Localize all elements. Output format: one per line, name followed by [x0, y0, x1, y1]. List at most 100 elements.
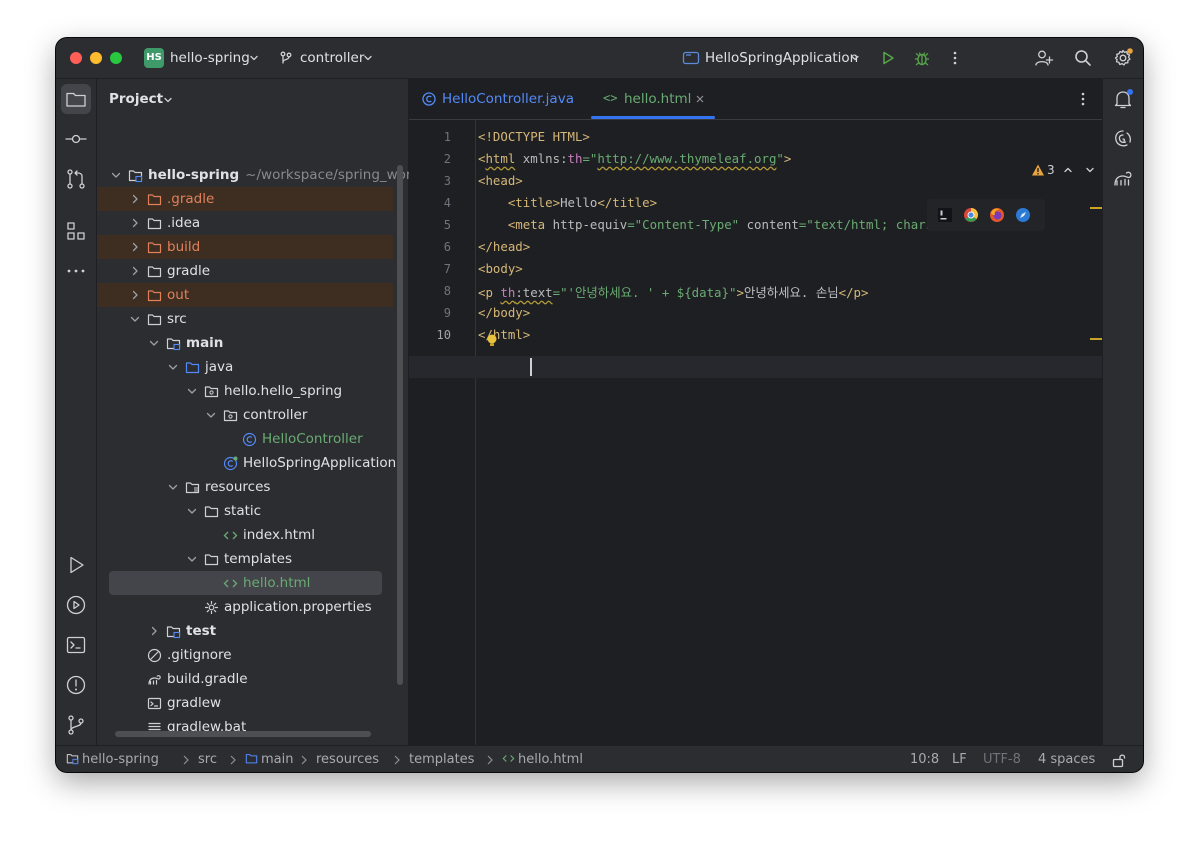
code-line[interactable]: <title>Hello</title> [478, 195, 657, 210]
warnings-count[interactable]: 3 [1047, 163, 1055, 177]
breadcrumb-item[interactable]: src [198, 752, 217, 767]
chevron-right-icon[interactable] [129, 241, 141, 253]
close-window-button[interactable] [70, 52, 82, 64]
tree-item[interactable]: application.properties [97, 595, 393, 619]
code-line[interactable]: <head> [478, 173, 523, 188]
tree-item-label: java [205, 359, 234, 375]
notifications-bell-icon[interactable] [1111, 87, 1135, 111]
tree-item[interactable]: gradle [97, 259, 393, 283]
warning-icon[interactable] [1031, 163, 1045, 177]
tree-item[interactable]: hello.html [109, 571, 382, 595]
tree-item[interactable]: .gitignore [97, 643, 393, 667]
indent-setting[interactable]: 4 spaces [1038, 752, 1095, 767]
tree-item[interactable]: build.gradle [97, 667, 393, 691]
tree-item[interactable]: .idea [97, 211, 393, 235]
breadcrumb-item[interactable]: resources [316, 752, 379, 767]
code-line[interactable]: <!DOCTYPE HTML> [478, 129, 590, 144]
vertical-scrollbar[interactable] [397, 165, 403, 685]
warning-marker[interactable] [1090, 338, 1102, 340]
tree-item[interactable]: hello.hello_spring [97, 379, 393, 403]
tree-item[interactable]: HelloController [97, 427, 393, 451]
add-user-icon[interactable] [1034, 48, 1054, 68]
run-icon[interactable] [880, 50, 896, 66]
breadcrumb-item[interactable]: templates [409, 752, 474, 767]
tree-item[interactable]: static [97, 499, 393, 523]
chevron-down-icon[interactable] [167, 481, 179, 493]
ai-assistant-icon[interactable] [1111, 127, 1135, 151]
chevron-down-icon[interactable] [110, 169, 122, 181]
chevron-right-icon[interactable] [148, 625, 160, 637]
chevron-down-icon[interactable] [129, 313, 141, 325]
code-editor[interactable]: 1 <!DOCTYPE HTML> 2 <html xmlns:th="http://… [409, 79, 1102, 745]
intention-bulb-icon[interactable] [486, 334, 498, 348]
code-line[interactable]: <body> [478, 261, 523, 276]
chevron-down-icon[interactable] [186, 505, 198, 517]
html-file-icon [502, 755, 515, 762]
services-icon[interactable] [64, 593, 88, 617]
run-config-selector[interactable]: HelloSpringApplication [705, 50, 858, 66]
tree-item[interactable]: test [97, 619, 393, 643]
more-actions-icon[interactable] [947, 50, 963, 66]
run-tool-icon[interactable] [64, 553, 88, 577]
project-switcher[interactable]: hello-spring [170, 50, 250, 66]
minimize-window-button[interactable] [90, 52, 102, 64]
file-encoding[interactable]: UTF-8 [983, 752, 1021, 767]
code-line[interactable]: </head> [478, 239, 530, 254]
tree-item-label: out [167, 287, 190, 303]
tree-item[interactable]: controller [97, 403, 393, 427]
gradle-icon[interactable] [1111, 167, 1135, 191]
branch-switcher[interactable]: controller [300, 50, 364, 66]
debug-icon[interactable] [913, 49, 931, 67]
safari-icon[interactable] [1015, 207, 1031, 223]
tree-item[interactable]: java [97, 355, 393, 379]
more-tools-icon[interactable] [64, 259, 88, 283]
zoom-window-button[interactable] [110, 52, 122, 64]
tree-item[interactable]: build [97, 235, 393, 259]
line-separator[interactable]: LF [952, 752, 967, 767]
chrome-icon[interactable] [963, 207, 979, 223]
tree-item[interactable]: main [97, 331, 393, 355]
problems-icon[interactable] [64, 673, 88, 697]
warning-marker[interactable] [1090, 207, 1102, 209]
terminal-icon[interactable] [64, 633, 88, 657]
code-line[interactable]: <p th:text="'안녕하세요. ' + ${data}">안녕하세요. … [478, 283, 868, 301]
tree-item[interactable]: HelloSpringApplication [97, 451, 396, 475]
chevron-down-icon[interactable] [167, 361, 179, 373]
pull-requests-icon[interactable] [64, 167, 88, 191]
prev-highlight-icon[interactable] [1063, 165, 1073, 175]
structure-icon[interactable] [64, 219, 88, 243]
breadcrumb-item[interactable]: hello.html [518, 752, 583, 767]
commit-icon[interactable] [64, 127, 88, 151]
tree-item[interactable]: .gradle [97, 187, 393, 211]
tree-item[interactable]: hello-spring ~/workspace/spring_work [97, 163, 419, 187]
caret-position[interactable]: 10:8 [910, 752, 939, 767]
next-highlight-icon[interactable] [1085, 165, 1095, 175]
tree-item[interactable]: resources [97, 475, 393, 499]
chevron-right-icon[interactable] [129, 265, 141, 277]
git-icon[interactable] [64, 713, 88, 737]
chevron-right-icon[interactable] [129, 289, 141, 301]
settings-gear-icon[interactable] [1113, 48, 1133, 68]
firefox-icon[interactable] [989, 207, 1005, 223]
tree-item[interactable]: index.html [97, 523, 393, 547]
code-token: <head> [478, 173, 523, 188]
intellij-browser-icon[interactable] [937, 207, 953, 223]
breadcrumb-item[interactable]: main [261, 752, 293, 767]
chevron-right-icon[interactable] [129, 217, 141, 229]
chevron-down-icon[interactable] [148, 337, 160, 349]
tree-item[interactable]: templates [97, 547, 393, 571]
breadcrumb-item[interactable]: hello-spring [82, 752, 159, 767]
unlock-icon[interactable] [1111, 752, 1127, 768]
code-line[interactable]: <html xmlns:th="http://www.thymeleaf.org… [478, 151, 791, 166]
code-token: > [736, 285, 744, 300]
tree-item[interactable]: src [97, 307, 393, 331]
tree-item[interactable]: gradlew [97, 691, 393, 715]
chevron-down-icon[interactable] [186, 553, 198, 565]
chevron-down-icon[interactable] [186, 385, 198, 397]
chevron-down-icon[interactable] [205, 409, 217, 421]
search-icon[interactable] [1073, 48, 1093, 68]
horizontal-scrollbar[interactable] [115, 731, 371, 737]
chevron-right-icon[interactable] [129, 193, 141, 205]
tree-item[interactable]: out [97, 283, 393, 307]
code-line[interactable]: </body> [478, 305, 530, 320]
